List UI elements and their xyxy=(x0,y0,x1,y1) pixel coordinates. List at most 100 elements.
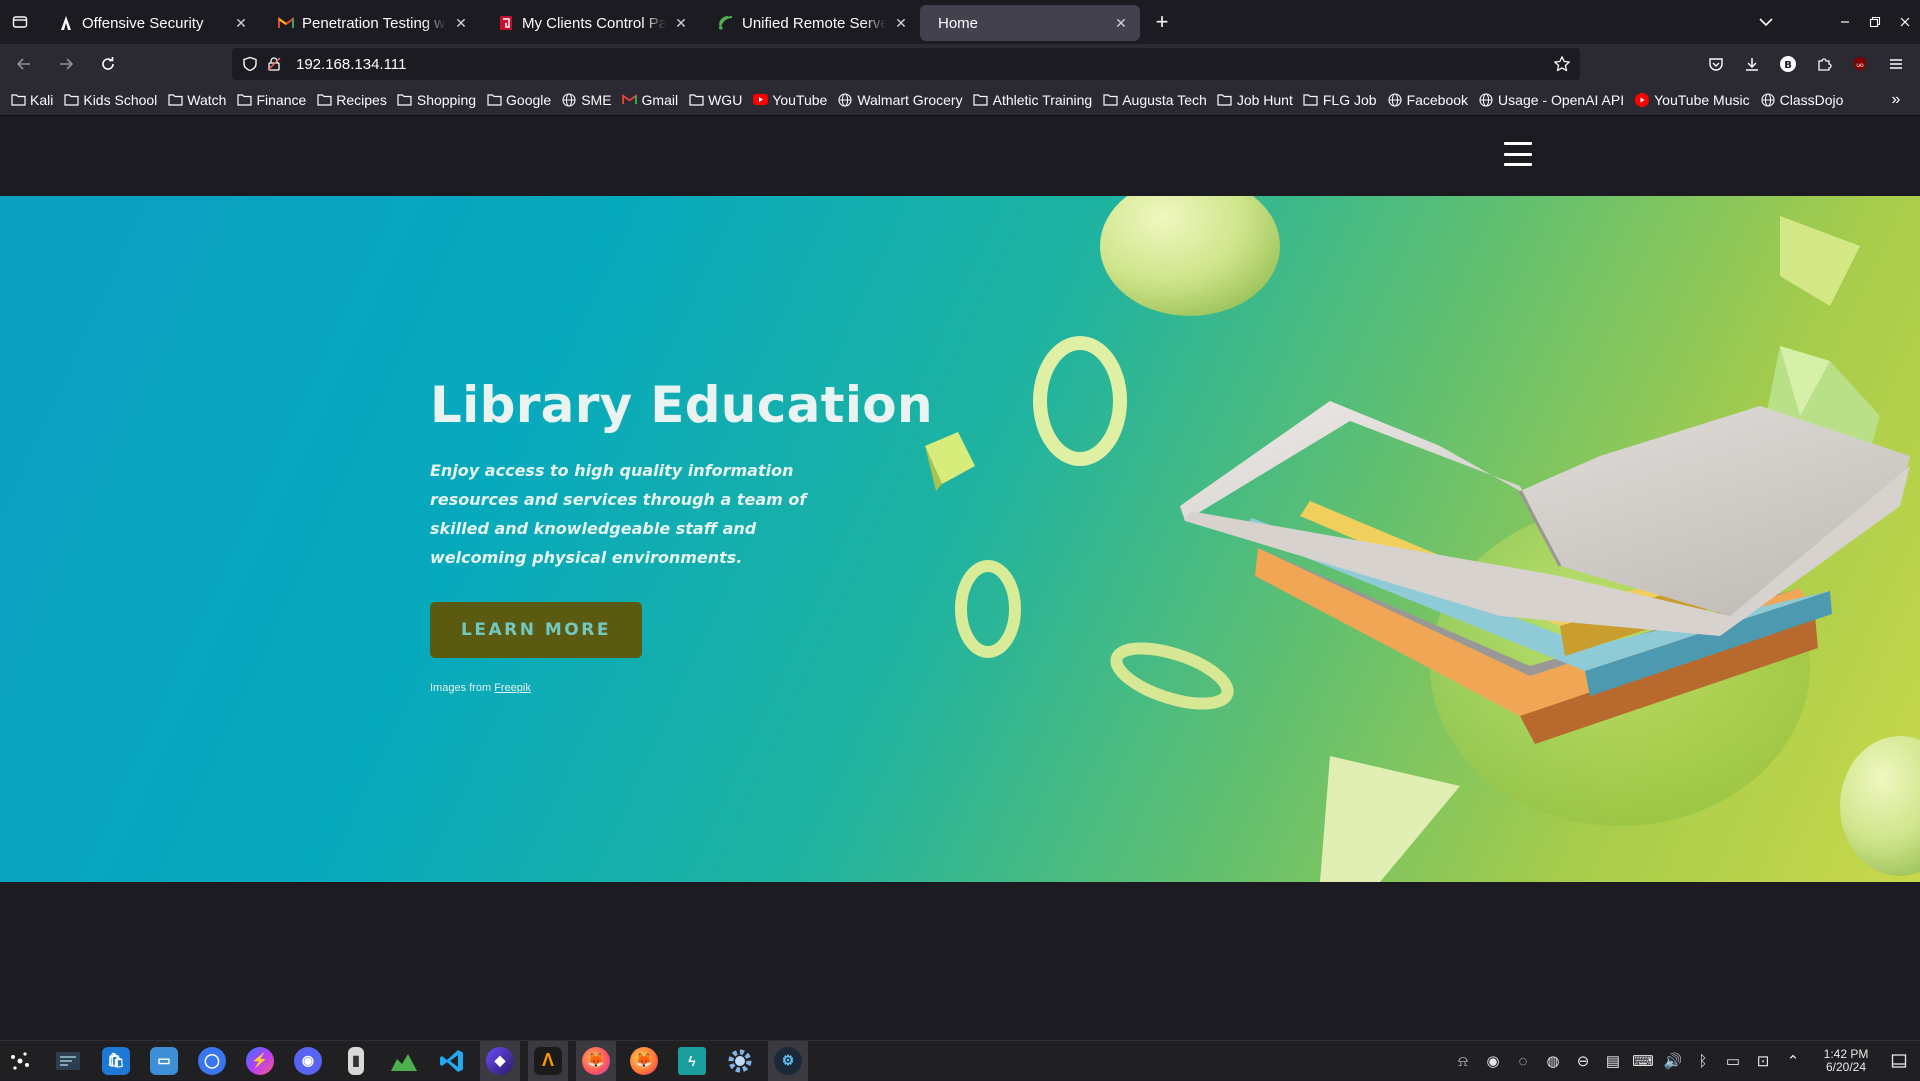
ublock-button[interactable]: uo xyxy=(1842,48,1878,80)
url-text[interactable]: 192.168.134.111 xyxy=(296,56,406,73)
steam-icon[interactable]: ⚙ xyxy=(768,1040,808,1081)
sphere-shape xyxy=(1100,196,1280,316)
bookmark-athletic-training[interactable]: Athletic Training xyxy=(973,88,1092,112)
proton-pass-icon[interactable]: ◆ xyxy=(480,1040,520,1081)
bookmark-finance[interactable]: Finance xyxy=(236,88,306,112)
bookmark-usage-openai-api[interactable]: Usage - OpenAI API xyxy=(1478,88,1624,112)
bluetooth-icon[interactable]: ᛒ xyxy=(1688,1046,1718,1076)
display-icon[interactable]: ▭ xyxy=(1718,1046,1748,1076)
usb-drive-icon[interactable]: ▮ xyxy=(336,1041,376,1081)
steam-tray-icon[interactable]: ◍ xyxy=(1538,1046,1568,1076)
chevron-up-icon[interactable]: ⌃ xyxy=(1778,1046,1808,1076)
bookmark-google[interactable]: Google xyxy=(486,88,551,112)
minimize-button[interactable] xyxy=(1830,7,1860,37)
learn-more-button[interactable]: LEARN MORE xyxy=(430,602,642,658)
keyboard-icon[interactable]: ⌨ xyxy=(1628,1046,1658,1076)
youtube-music-icon xyxy=(1634,92,1650,108)
address-bar[interactable]: 192.168.134.111 xyxy=(232,48,1580,80)
bookmark-augusta-tech[interactable]: Augusta Tech xyxy=(1102,88,1207,112)
bookmark-recipes[interactable]: Recipes xyxy=(316,88,387,112)
bookmark-label: Finance xyxy=(256,91,307,108)
bookmark-flg-job[interactable]: FLG Job xyxy=(1303,88,1377,112)
hamburger-bar xyxy=(1504,152,1532,156)
messenger-tray-icon[interactable]: ◌ xyxy=(1508,1046,1538,1076)
system-monitor-icon[interactable] xyxy=(384,1041,424,1081)
volume-icon[interactable]: 🔊 xyxy=(1658,1046,1688,1076)
kde-menu-icon[interactable] xyxy=(0,1041,40,1081)
tab-penetration-testing[interactable]: Penetration Testing with K ✕ xyxy=(260,5,480,41)
new-tab-button[interactable]: + xyxy=(1144,4,1180,40)
discord-tray-icon[interactable]: ◉ xyxy=(1478,1046,1508,1076)
bookmark-youtube[interactable]: YouTube xyxy=(752,88,827,112)
app-menu-button[interactable] xyxy=(1878,48,1914,80)
tab-home[interactable]: Home ✕ xyxy=(920,5,1140,41)
close-icon[interactable]: ✕ xyxy=(452,14,470,32)
hero-section: Library Education Enjoy access to high q… xyxy=(0,196,1920,882)
downloads-button[interactable] xyxy=(1734,48,1770,80)
bookmark-star-icon[interactable] xyxy=(1550,52,1574,76)
close-icon[interactable]: ✕ xyxy=(892,14,910,32)
close-icon xyxy=(1900,17,1910,27)
close-icon[interactable]: ✕ xyxy=(1112,14,1130,32)
site-menu-toggle[interactable] xyxy=(1504,142,1532,166)
bookmark-facebook[interactable]: Facebook xyxy=(1387,88,1468,112)
bookmark-sme[interactable]: SME xyxy=(561,88,612,112)
navigation-toolbar: 192.168.134.111 B uo xyxy=(0,44,1920,84)
tab-my-clients-control-panel[interactable]: My Clients Control Panel | ✕ xyxy=(480,5,700,41)
bookmarks-overflow-chevron-icon[interactable]: » xyxy=(1884,88,1908,112)
bookmark-wgu[interactable]: WGU xyxy=(688,88,742,112)
pocket-button[interactable] xyxy=(1698,48,1734,80)
close-icon[interactable]: ✕ xyxy=(672,14,690,32)
notifications-icon[interactable]: ⍾ xyxy=(1448,1046,1478,1076)
bookmark-gmail[interactable]: Gmail xyxy=(622,88,678,112)
ring-shape xyxy=(955,560,1021,658)
bolt-icon[interactable]: ϟ xyxy=(672,1041,712,1081)
bookmark-kids-school[interactable]: Kids School xyxy=(63,88,157,112)
bookmark-classdojo[interactable]: ClassDojo xyxy=(1760,88,1843,112)
extensions-button[interactable] xyxy=(1806,48,1842,80)
firefox-icon[interactable]: 🦊 xyxy=(576,1040,616,1081)
close-icon[interactable]: ✕ xyxy=(232,14,250,32)
vscode-icon[interactable] xyxy=(432,1041,472,1081)
firefox-view-button[interactable] xyxy=(0,0,40,44)
network-icon[interactable]: ⊡ xyxy=(1748,1046,1778,1076)
bookmark-youtube-music[interactable]: YouTube Music xyxy=(1634,88,1750,112)
bookmark-job-hunt[interactable]: Job Hunt xyxy=(1217,88,1293,112)
tab-unified-remote-server[interactable]: Unified Remote Server ✕ xyxy=(700,5,920,41)
bookmark-walmart-grocery[interactable]: Walmart Grocery xyxy=(837,88,963,112)
bookmark-watch[interactable]: Watch xyxy=(167,88,226,112)
ublock-origin-icon: uo xyxy=(1854,57,1866,71)
messenger-icon[interactable]: ⚡ xyxy=(240,1041,280,1081)
globe-icon xyxy=(561,92,577,108)
freepik-link[interactable]: Freepik xyxy=(494,682,531,694)
signal-icon[interactable]: ◯ xyxy=(192,1041,232,1081)
discover-store-icon[interactable]: 🛍 xyxy=(96,1041,136,1081)
show-desktop-button[interactable] xyxy=(1884,1046,1914,1076)
firefox-alt-icon[interactable]: 🦊 xyxy=(624,1041,664,1081)
bookmark-label: Job Hunt xyxy=(1236,91,1293,108)
bookmark-label: Kids School xyxy=(83,91,158,108)
lock-insecure-icon[interactable] xyxy=(262,52,286,76)
discord-icon[interactable]: ◉ xyxy=(288,1041,328,1081)
settings-gear-icon[interactable] xyxy=(720,1041,760,1081)
bookmark-kali[interactable]: Kali xyxy=(10,88,53,112)
back-button[interactable] xyxy=(6,48,42,80)
firefox-view-icon xyxy=(12,16,28,28)
folder-icon xyxy=(688,92,704,108)
account-button[interactable]: B xyxy=(1770,48,1806,80)
list-all-tabs-button[interactable] xyxy=(1752,8,1780,36)
forward-button[interactable] xyxy=(48,48,84,80)
sphere-shape xyxy=(1840,736,1920,876)
bookmark-shopping[interactable]: Shopping xyxy=(397,88,476,112)
sublime-icon[interactable]: Λ xyxy=(528,1040,568,1081)
clock[interactable]: 1:42 PM 6/20/24 xyxy=(1814,1048,1878,1074)
reload-button[interactable] xyxy=(90,48,126,80)
file-manager-icon[interactable]: ▭ xyxy=(144,1041,184,1081)
shield-icon[interactable] xyxy=(238,52,262,76)
restore-button[interactable] xyxy=(1860,7,1890,37)
close-window-button[interactable] xyxy=(1890,7,1920,37)
vpn-icon[interactable]: ⊖ xyxy=(1568,1046,1598,1076)
tab-offensive-security[interactable]: Offensive Security ✕ xyxy=(40,5,260,41)
clipboard-icon[interactable]: ▤ xyxy=(1598,1046,1628,1076)
system-settings-icon[interactable] xyxy=(48,1041,88,1081)
